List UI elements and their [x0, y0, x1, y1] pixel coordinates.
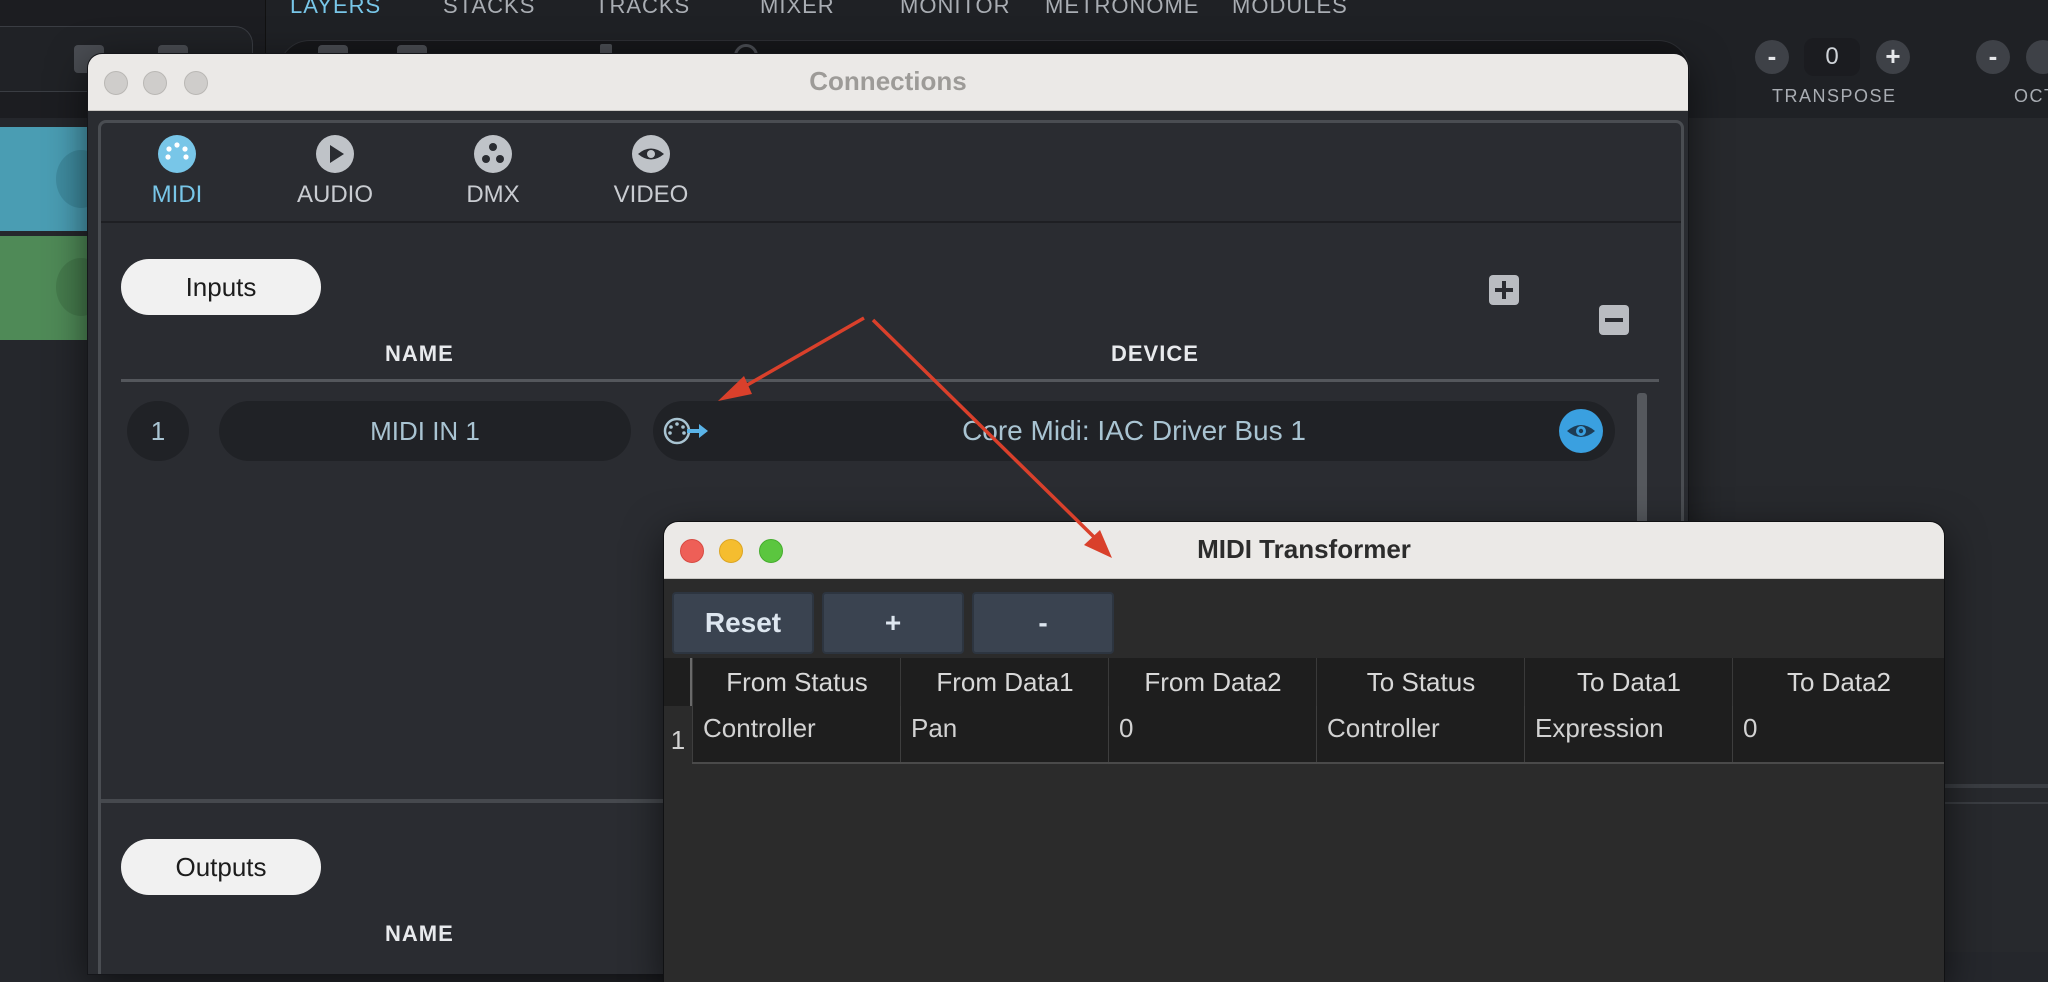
tab-tracks[interactable]: TRACKS: [595, 0, 760, 23]
main-tabs: LAYERS STACKS TRACKS MIXER MONITOR METRO…: [290, 0, 1348, 23]
tab-midi[interactable]: MIDI: [117, 135, 237, 209]
midi-in-icon: [663, 415, 709, 447]
transpose-minus-button[interactable]: -: [1755, 40, 1789, 74]
col-to-data2[interactable]: To Data2: [1732, 658, 1944, 706]
tab-stacks[interactable]: STACKS: [443, 0, 595, 23]
tab-label: MIDI: [151, 181, 203, 208]
octave-minus-button[interactable]: -: [1976, 40, 2010, 74]
divider: [1940, 784, 2048, 788]
row-index: 1: [670, 725, 686, 755]
midi-transformer-window: MIDI Transformer Reset + - From Status F…: [664, 522, 1944, 982]
midi-connector-icon: [158, 135, 196, 173]
cell-from-status[interactable]: Controller: [692, 706, 900, 762]
connections-tabs: MIDI AUDIO DMX VIDEO: [101, 123, 1681, 223]
transpose-plus-button[interactable]: +: [1876, 40, 1910, 74]
remove-input-icon[interactable]: [1599, 305, 1629, 335]
outputs-button[interactable]: Outputs: [121, 839, 321, 895]
reset-button[interactable]: Reset: [672, 592, 814, 654]
midi-transformer-titlebar[interactable]: MIDI Transformer: [664, 522, 1944, 579]
tab-modules[interactable]: MODULES: [1232, 0, 1348, 23]
tab-metronome[interactable]: METRONOME: [1045, 0, 1232, 23]
monitor-eye-icon[interactable]: [1559, 409, 1603, 453]
col-from-data1[interactable]: From Data1: [900, 658, 1109, 706]
col-to-data1[interactable]: To Data1: [1524, 658, 1733, 706]
octave-label: OCT: [2014, 86, 2048, 106]
tab-label: VIDEO: [613, 181, 689, 208]
eye-icon: [632, 135, 670, 173]
tab-monitor[interactable]: MONITOR: [900, 0, 1045, 23]
device-name: Core Midi: IAC Driver Bus 1: [962, 415, 1306, 446]
add-input-icon[interactable]: [1489, 275, 1519, 305]
inputs-button[interactable]: Inputs: [121, 259, 321, 315]
table-header: From Status From Data1 From Data2 To Sta…: [664, 658, 1944, 706]
table-row[interactable]: Controller Pan 0 Controller Expression 0: [692, 706, 1944, 764]
cell-to-data1[interactable]: Expression: [1524, 706, 1732, 762]
tab-label: AUDIO: [296, 181, 373, 208]
cell-to-status[interactable]: Controller: [1316, 706, 1524, 762]
cell-from-data2[interactable]: 0: [1108, 706, 1316, 762]
header-divider: [121, 379, 1659, 382]
tab-layers[interactable]: LAYERS: [290, 0, 443, 23]
device-column-header: DEVICE: [1111, 341, 1199, 366]
col-from-status[interactable]: From Status: [692, 658, 901, 706]
outputs-name-column-header: NAME: [385, 921, 454, 946]
col-from-data2[interactable]: From Data2: [1108, 658, 1317, 706]
input-row-index: 1: [127, 401, 189, 461]
col-to-status[interactable]: To Status: [1316, 658, 1525, 706]
cell-from-data1[interactable]: Pan: [900, 706, 1108, 762]
connections-titlebar[interactable]: Connections: [88, 54, 1688, 111]
tab-audio[interactable]: AUDIO: [275, 135, 395, 209]
divider: [1940, 802, 2048, 804]
input-device-field[interactable]: Core Midi: IAC Driver Bus 1: [653, 401, 1615, 461]
cell-to-data2[interactable]: 0: [1732, 706, 1944, 762]
transpose-value[interactable]: 0: [1804, 38, 1860, 76]
window-title: Connections: [809, 66, 967, 96]
dmx-icon: [474, 135, 512, 173]
play-icon: [316, 135, 354, 173]
window-title: MIDI Transformer: [1197, 534, 1411, 564]
tab-label: DMX: [466, 181, 520, 208]
name-column-header: NAME: [385, 341, 454, 366]
transpose-label: TRANSPOSE: [1772, 86, 1897, 106]
input-name-field[interactable]: MIDI IN 1: [219, 401, 631, 461]
tab-video[interactable]: VIDEO: [591, 135, 711, 209]
tab-mixer[interactable]: MIXER: [760, 0, 900, 23]
remove-rule-button[interactable]: -: [972, 592, 1114, 654]
add-rule-button[interactable]: +: [822, 592, 964, 654]
tab-dmx[interactable]: DMX: [433, 135, 553, 209]
